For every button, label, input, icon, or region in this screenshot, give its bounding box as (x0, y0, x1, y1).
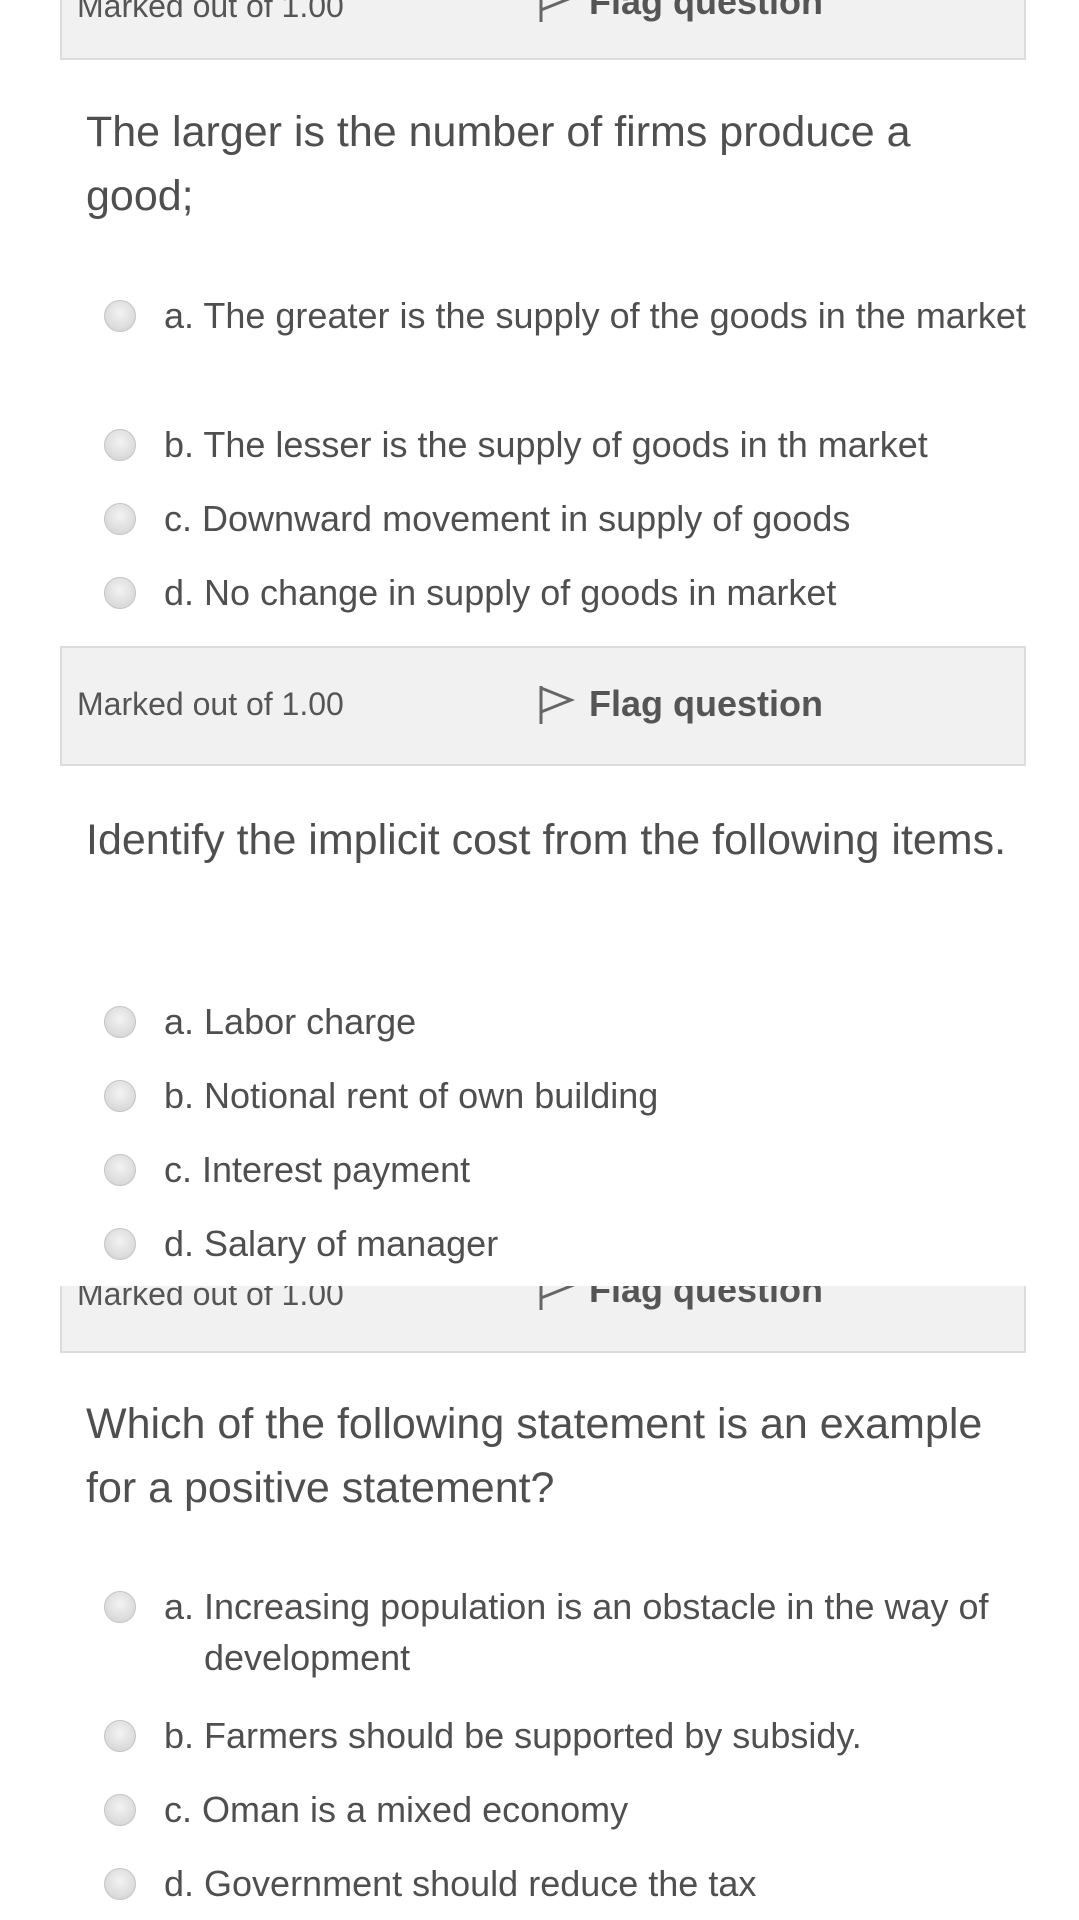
radio-button[interactable] (104, 1080, 136, 1112)
question-text: The larger is the number of firms produc… (86, 108, 911, 220)
answer-text: a. Increasing population is an obstacle … (164, 1586, 989, 1678)
answer-text: b. The lesser is the supply of goods in … (164, 424, 928, 465)
flag-question-label: Flag question (589, 0, 823, 22)
answer-text: a. Labor charge (164, 1001, 417, 1042)
question-info-bar: Marked out of 1.00 Flag question (60, 0, 1026, 60)
answer-text: c. Interest payment (164, 1149, 471, 1190)
answer-text: d. No change in supply of goods in marke… (164, 572, 837, 613)
marked-out-of-label: Marked out of 1.00 (77, 686, 344, 722)
answer-text: d. Salary of manager (164, 1223, 499, 1264)
marked-out-of-label: Marked out of 1.00 (77, 1286, 344, 1312)
question-text: Which of the following statement is an e… (86, 1400, 983, 1512)
marked-out-of-label: Marked out of 1.00 (77, 0, 344, 24)
answer-text: d. Government should reduce the tax (164, 1863, 757, 1904)
question-info-bar: Marked out of 1.00 Flag question (60, 646, 1026, 766)
flag-icon (539, 1286, 576, 1310)
flag-question-label: Flag question (589, 1286, 823, 1310)
flag-question-button[interactable]: Flag question (537, 1286, 823, 1312)
answer-text: b. Notional rent of own building (164, 1075, 659, 1116)
answer-text: b. Farmers should be supported by subsid… (164, 1715, 862, 1756)
radio-button[interactable] (104, 300, 136, 332)
radio-button[interactable] (104, 503, 136, 535)
radio-button[interactable] (104, 1591, 136, 1623)
question-text: Identify the implicit cost from the foll… (86, 816, 1007, 864)
radio-button[interactable] (104, 1794, 136, 1826)
answer-text: c. Downward movement in supply of goods (164, 498, 851, 539)
radio-button[interactable] (104, 429, 136, 461)
answer-text: c. Oman is a mixed economy (164, 1789, 629, 1830)
radio-button[interactable] (104, 1720, 136, 1752)
flag-icon (539, 0, 571, 22)
flag-question-button[interactable]: Flag question (537, 682, 823, 726)
radio-button[interactable] (104, 1006, 136, 1038)
answer-text: a. The greater is the supply of the good… (164, 295, 1026, 336)
flag-icon (539, 686, 576, 724)
radio-button[interactable] (104, 1868, 136, 1900)
radio-button[interactable] (104, 1154, 136, 1186)
flag-question-label: Flag question (589, 683, 823, 724)
flag-question-button[interactable]: Flag question (537, 0, 823, 24)
question-info-bar: Marked out of 1.00 Flag question (60, 1286, 1026, 1353)
radio-button[interactable] (104, 577, 136, 609)
radio-button[interactable] (104, 1228, 136, 1260)
